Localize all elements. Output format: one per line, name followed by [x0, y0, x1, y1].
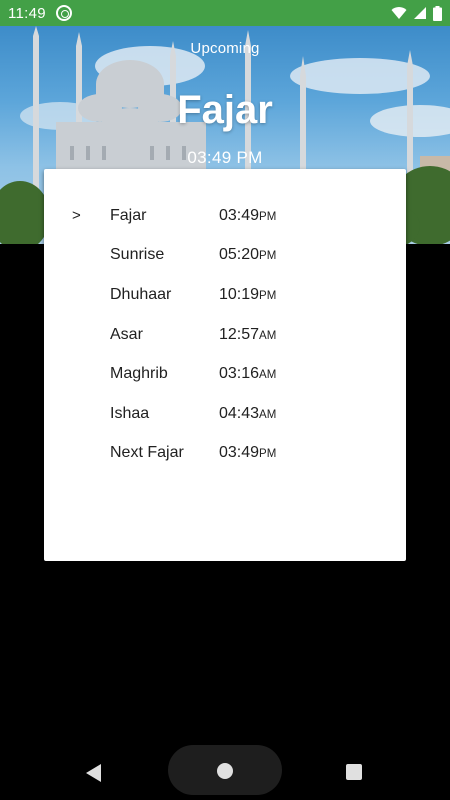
prayer-time: 03:49PM	[219, 206, 277, 224]
am-pm-suffix: PM	[259, 250, 277, 263]
status-time: 11:49	[8, 4, 46, 22]
prayer-row-fajar[interactable]: > Fajar 03:49PM	[44, 196, 406, 236]
prayer-row-maghrib[interactable]: Maghrib 03:16AM	[44, 354, 406, 394]
upcoming-label: Upcoming	[190, 40, 260, 57]
prayer-name: Sunrise	[110, 246, 165, 264]
prayer-time: 12:57AM	[219, 325, 277, 343]
prayer-time: 03:16AM	[219, 365, 277, 383]
prayer-name: Ishaa	[110, 404, 150, 422]
prayer-name: Asar	[110, 325, 143, 343]
prayer-row-asar[interactable]: Asar 12:57AM	[44, 315, 406, 355]
prayer-time: 04:43AM	[219, 404, 277, 422]
prayer-name: Next Fajar	[110, 444, 184, 462]
status-icons	[391, 5, 442, 21]
prayer-name: Fajar	[110, 206, 147, 224]
prayer-name: Dhuhaar	[110, 285, 172, 303]
battery-icon	[433, 5, 442, 21]
status-bar: 11:49	[0, 0, 450, 26]
upcoming-prayer-time: 03:49 PM	[187, 148, 263, 167]
wifi-icon	[391, 7, 407, 20]
prayer-time: 10:19PM	[219, 285, 277, 303]
signal-icon	[414, 7, 426, 19]
prayer-time: 03:49PM	[219, 444, 277, 462]
am-pm-suffix: PM	[259, 210, 277, 223]
prayer-row-dhuhaar[interactable]: Dhuhaar 10:19PM	[44, 275, 406, 315]
prayer-row-next-fajar[interactable]: Next Fajar 03:49PM	[44, 434, 406, 474]
am-pm-suffix: AM	[259, 369, 277, 382]
upcoming-prayer-name: Fajar	[177, 88, 273, 132]
back-icon[interactable]	[86, 764, 102, 782]
prayer-name: Maghrib	[110, 365, 168, 383]
prayer-list: > Fajar 03:49PM Sunrise 05:20PM Dhuhaar …	[44, 169, 406, 473]
system-nav-bar	[0, 745, 450, 800]
am-pm-suffix: AM	[259, 329, 277, 342]
prayer-row-ishaa[interactable]: Ishaa 04:43AM	[44, 394, 406, 434]
current-marker: >	[72, 207, 81, 225]
am-pm-suffix: PM	[259, 448, 277, 461]
at-sign-notification-icon	[55, 5, 72, 21]
recents-icon[interactable]	[346, 764, 362, 780]
am-pm-suffix: AM	[259, 408, 277, 421]
prayer-row-sunrise[interactable]: Sunrise 05:20PM	[44, 236, 406, 276]
home-icon[interactable]	[217, 763, 233, 779]
am-pm-suffix: PM	[259, 289, 277, 302]
prayer-times-card: > Fajar 03:49PM Sunrise 05:20PM Dhuhaar …	[44, 169, 406, 561]
prayer-time: 05:20PM	[219, 246, 277, 264]
